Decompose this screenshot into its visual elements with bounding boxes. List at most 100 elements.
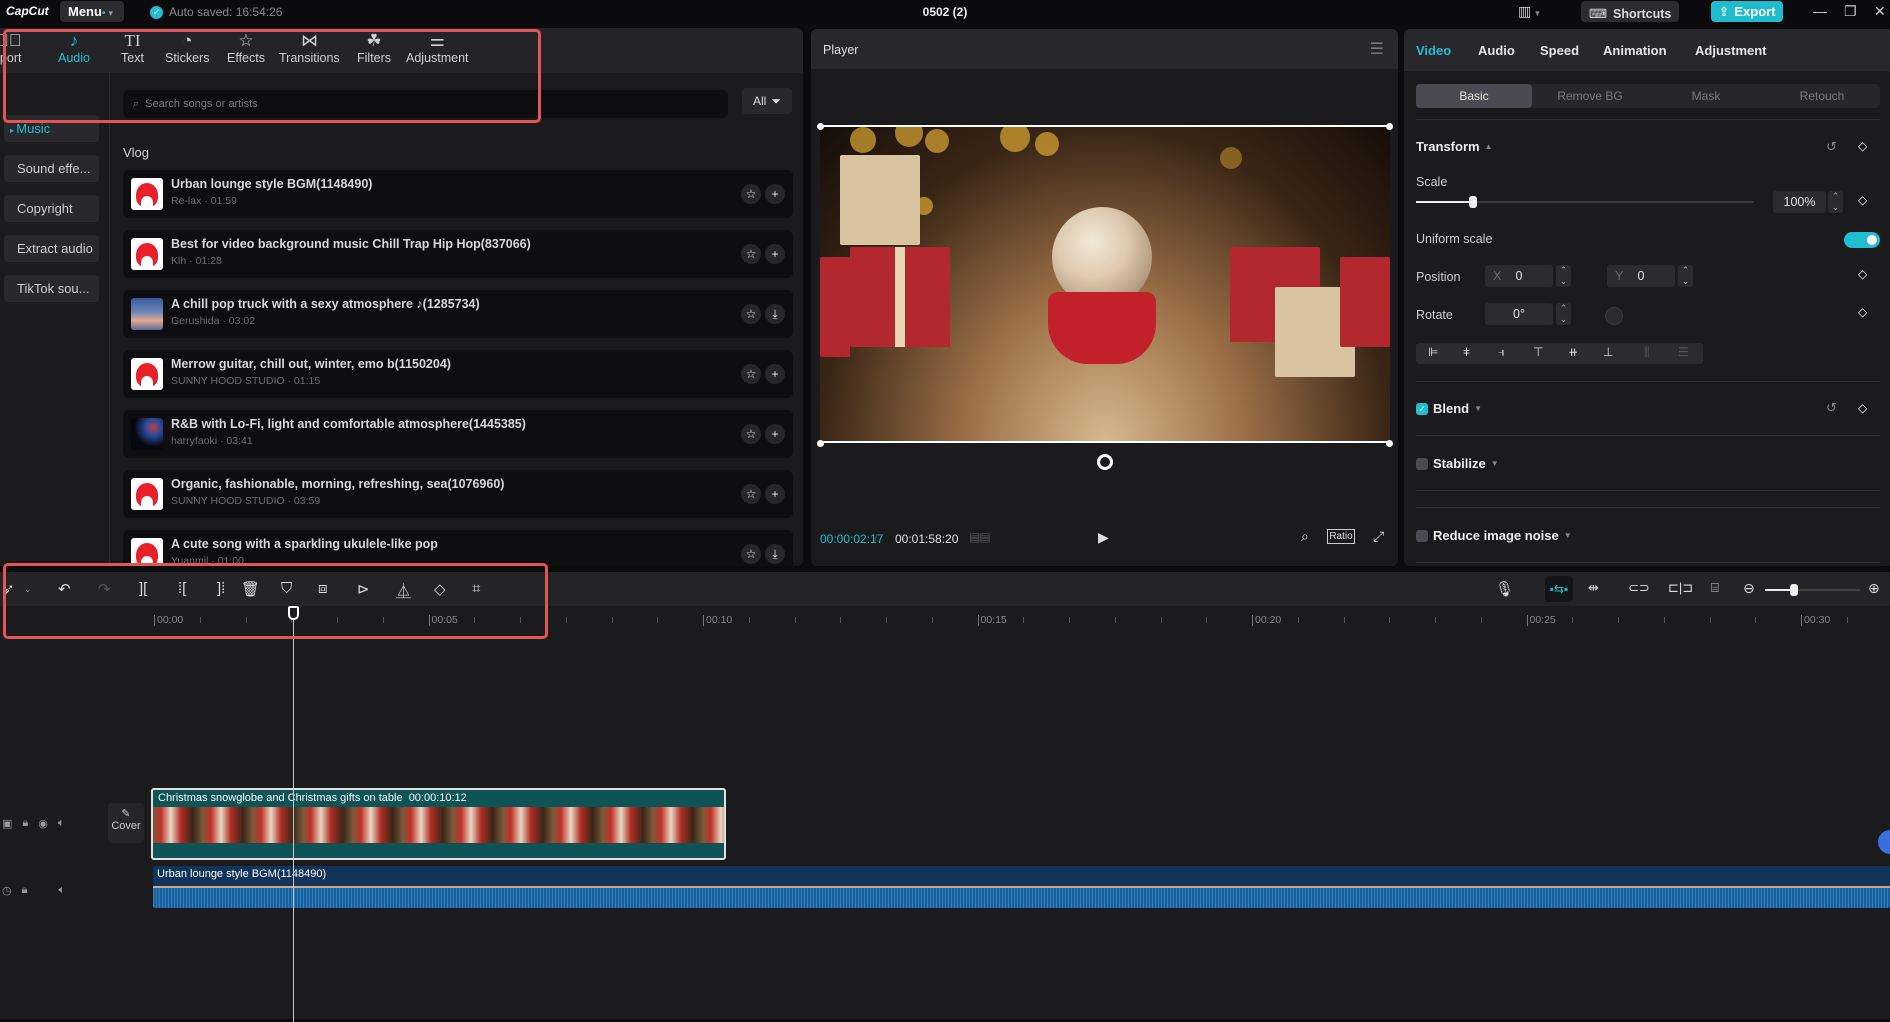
shortcuts-button[interactable]: ⌨ Shortcuts	[1581, 1, 1679, 22]
subtab-retouch[interactable]: Retouch	[1764, 84, 1880, 108]
audio-clip[interactable]: Urban lounge style BGM(1148490)	[153, 866, 1890, 908]
favorite-icon[interactable]: ☆	[741, 544, 761, 564]
crop-icon[interactable]: ⌗	[472, 580, 480, 597]
speaker-icon[interactable]: 🔈︎	[58, 884, 65, 897]
add-icon[interactable]: +	[765, 364, 785, 384]
distribute-v-icon[interactable]: ☰	[1678, 345, 1689, 359]
resize-handle[interactable]	[817, 123, 824, 130]
split-left-icon[interactable]: ⁞[	[178, 580, 186, 597]
tab-effects[interactable]: ☆ Effects	[227, 31, 265, 65]
scale-stepper[interactable]: ⌃ ⌄	[1828, 191, 1843, 213]
download-icon[interactable]: ⤓	[765, 304, 785, 324]
resize-handle[interactable]	[817, 440, 824, 447]
favorite-icon[interactable]: ☆	[741, 304, 761, 324]
keyframe-icon[interactable]: ◇	[1858, 305, 1867, 319]
tab-filters[interactable]: ☘ Filters	[357, 31, 391, 65]
add-icon[interactable]: +	[765, 184, 785, 204]
category-sound-effects[interactable]: Sound effe...	[4, 155, 99, 182]
rotate-dial[interactable]	[1605, 307, 1623, 325]
scale-input[interactable]: 100%	[1773, 191, 1826, 213]
scale-slider[interactable]	[1416, 196, 1754, 208]
cover-button[interactable]: ✎ Cover	[108, 803, 144, 843]
playhead-handle[interactable]	[288, 606, 299, 620]
ratio-button[interactable]: Ratio	[1327, 529, 1355, 544]
main-track-magnet-icon[interactable]: ▪⇆▪	[1545, 576, 1573, 602]
song-item[interactable]: Merrow guitar, chill out, winter, emo b(…	[123, 350, 793, 398]
reset-icon[interactable]: ↺	[1826, 400, 1837, 416]
tab-import[interactable]: ▶⃞Import	[0, 31, 22, 65]
align-top-icon[interactable]: ⊤	[1533, 345, 1543, 359]
tab-audio[interactable]: Audio	[1478, 43, 1515, 58]
undo-icon[interactable]: ↶	[58, 580, 71, 598]
add-icon[interactable]: +	[765, 424, 785, 444]
tab-adjustment[interactable]: Adjustment	[1695, 43, 1767, 58]
song-item[interactable]: Urban lounge style BGM(1148490) Re-lax ·…	[123, 170, 793, 218]
tab-adjustment[interactable]: ⚌ Adjustment	[406, 31, 469, 65]
auto-snap-icon[interactable]: ⇹	[1588, 580, 1599, 596]
rotate-icon[interactable]: ◇	[434, 580, 446, 598]
timeline-zoom-slider[interactable]	[1765, 584, 1860, 596]
rotate-handle-icon[interactable]	[1097, 454, 1113, 470]
tab-animation[interactable]: Animation	[1603, 43, 1667, 58]
distribute-h-icon[interactable]: ⫼	[1644, 345, 1650, 360]
category-tiktok-sounds[interactable]: TikTok sou...	[4, 275, 99, 302]
lock-icon[interactable]: 🔒︎	[22, 817, 28, 830]
speaker-icon[interactable]: 🔈︎	[58, 817, 65, 830]
song-item[interactable]: Best for video background music Chill Tr…	[123, 230, 793, 278]
resize-handle[interactable]	[1386, 123, 1393, 130]
stabilize-header[interactable]: Stabilize ▼	[1433, 456, 1499, 471]
microphone-icon[interactable]: 🎙	[1495, 580, 1514, 598]
subtab-basic[interactable]: Basic	[1416, 84, 1532, 108]
split-right-icon[interactable]: ]⁞	[217, 580, 225, 597]
play-icon[interactable]: ▶	[1098, 529, 1109, 546]
zoom-fit-icon[interactable]: ⌕	[1301, 528, 1309, 545]
align-left-icon[interactable]: ⊫	[1428, 345, 1438, 359]
song-item[interactable]: A cute song with a sparkling ukulele-lik…	[123, 530, 793, 566]
maximize-icon[interactable]: ❐	[1844, 3, 1857, 20]
rotate-stepper[interactable]: ⌃ ⌄	[1556, 303, 1571, 325]
favorite-icon[interactable]: ☆	[741, 244, 761, 264]
tab-audio[interactable]: ♪ Audio	[58, 31, 90, 65]
rotate-input[interactable]: 0°	[1485, 303, 1553, 325]
preview-axis-icon[interactable]: ⊏|⊐	[1668, 580, 1693, 596]
eye-icon[interactable]: ◉	[38, 817, 48, 830]
lock-icon[interactable]: 🔒︎	[22, 884, 28, 897]
favorite-icon[interactable]: ☆	[741, 364, 761, 384]
close-icon[interactable]: ✕	[1874, 3, 1886, 20]
align-right-icon[interactable]: ⫣	[1498, 345, 1505, 360]
keyframe-icon[interactable]: ◇	[1858, 401, 1867, 415]
position-x-stepper[interactable]: ⌃ ⌄	[1556, 265, 1571, 287]
mirror-icon[interactable]: ⏅	[396, 580, 411, 601]
tab-video[interactable]: Video	[1416, 43, 1451, 58]
reset-icon[interactable]: ↺	[1826, 139, 1837, 155]
favorite-icon[interactable]: ☆	[741, 184, 761, 204]
freeze-frame-icon[interactable]: ⧈	[318, 580, 328, 597]
select-tool-icon[interactable]: ➶	[2, 580, 15, 598]
split-icon[interactable]: ][	[139, 580, 147, 597]
align-center-h-icon[interactable]: ǂ	[1463, 345, 1470, 359]
align-bottom-icon[interactable]: ⊥	[1603, 345, 1613, 359]
keyframe-icon[interactable]: ◇	[1858, 193, 1867, 207]
video-clip[interactable]: Christmas snowglobe and Christmas gifts …	[151, 788, 726, 860]
transform-header[interactable]: Transform ▲	[1416, 139, 1493, 154]
subtab-mask[interactable]: Mask	[1648, 84, 1764, 108]
subtab-remove-bg[interactable]: Remove BG	[1532, 84, 1648, 108]
blend-header[interactable]: Blend ▼	[1433, 401, 1482, 416]
chevron-down-icon[interactable]: ⌄	[24, 584, 32, 595]
minimize-icon[interactable]: —	[1813, 3, 1827, 19]
marker-icon[interactable]: ⛉	[281, 580, 292, 597]
link-icon[interactable]: ⊂⊃	[1628, 580, 1650, 596]
playhead-line[interactable]	[293, 610, 294, 1022]
zoom-to-fit-icon[interactable]: ⌸	[1711, 580, 1719, 596]
category-copyright[interactable]: Copyright	[4, 195, 99, 222]
scale-slider-knob[interactable]	[1469, 196, 1478, 208]
position-y-input[interactable]: Y0	[1607, 265, 1675, 287]
zoom-in-icon[interactable]: ⊕	[1868, 580, 1880, 597]
keyframe-icon[interactable]: ◇	[1858, 267, 1867, 281]
filter-button[interactable]: All ⏷	[742, 88, 792, 114]
grid-icon[interactable]: ▤▤	[969, 530, 991, 544]
fullscreen-icon[interactable]: ⤢	[1373, 528, 1384, 545]
scroll-handle[interactable]	[1878, 830, 1890, 854]
export-button[interactable]: ⇪ Export	[1711, 1, 1783, 22]
tab-stickers[interactable]: ◔ Stickers	[165, 31, 209, 65]
